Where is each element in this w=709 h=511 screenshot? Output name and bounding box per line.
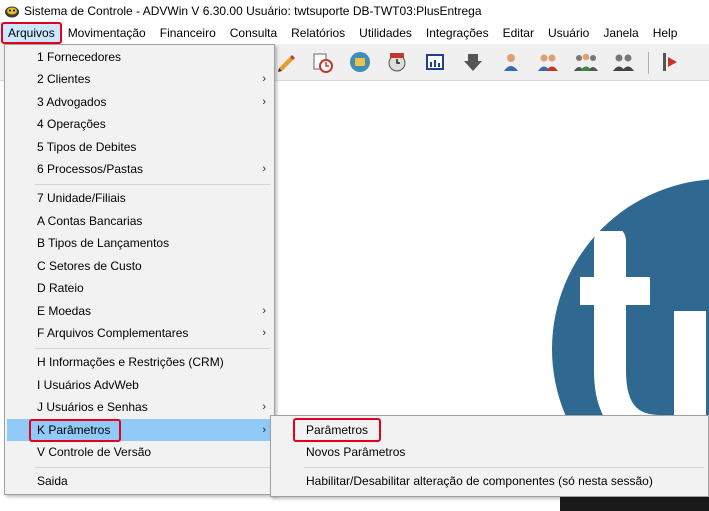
menu-item-tipos-de-debites[interactable]: 5 Tipos de Debites <box>7 136 272 158</box>
menu-item-fornecedores[interactable]: 1 Fornecedores <box>7 46 272 68</box>
menu-item-label: 7 Unidade/Filiais <box>37 191 126 205</box>
menu-financeiro[interactable]: Financeiro <box>153 23 223 43</box>
menu-item-unidade-filiais[interactable]: 7 Unidade/Filiais <box>7 187 272 209</box>
menu-item-label: V Controle de Versão <box>37 445 152 459</box>
menu-item-usuarios-e-senhas[interactable]: J Usuários e Senhas › <box>7 396 272 418</box>
chevron-right-icon: › <box>262 96 266 108</box>
arrow-down-icon[interactable] <box>459 49 487 75</box>
menu-arquivos[interactable]: Arquivos <box>1 22 62 44</box>
people-icon[interactable] <box>610 49 638 75</box>
menu-item-moedas[interactable]: E Moedas › <box>7 300 272 322</box>
parametros-submenu: Parâmetros Novos Parâmetros Habilitar/De… <box>270 415 709 497</box>
menu-item-label: H Informações e Restrições (CRM) <box>37 355 224 369</box>
menu-bar: Arquivos Movimentação Financeiro Consult… <box>0 22 709 44</box>
report-icon[interactable] <box>421 49 449 75</box>
menu-janela[interactable]: Janela <box>596 23 645 43</box>
menu-item-label: D Rateio <box>37 281 84 295</box>
globe-icon[interactable] <box>346 49 374 75</box>
menu-item-operacoes[interactable]: 4 Operações <box>7 113 272 135</box>
submenu-item-habilitar-desabilitar[interactable]: Habilitar/Desabilitar alteração de compo… <box>273 470 706 492</box>
chevron-right-icon: › <box>262 163 266 175</box>
app-icon <box>5 6 19 18</box>
user-icon[interactable] <box>497 49 525 75</box>
menu-editar[interactable]: Editar <box>496 23 541 43</box>
users-icon[interactable] <box>534 49 562 75</box>
chevron-right-icon: › <box>262 401 266 413</box>
menu-item-label: Saida <box>37 474 68 488</box>
arquivos-menu: 1 Fornecedores 2 Clientes › 3 Advogados › … <box>4 44 275 495</box>
pencil-icon[interactable] <box>272 49 300 75</box>
menu-separator <box>35 184 270 185</box>
menu-item-label: A Contas Bancarias <box>37 214 143 228</box>
menu-item-advogados[interactable]: 3 Advogados › <box>7 91 272 113</box>
menu-item-label: Habilitar/Desabilitar alteração de compo… <box>306 474 653 488</box>
menu-item-setores-de-custo[interactable]: C Setores de Custo <box>7 255 272 277</box>
menu-item-label: E Moedas <box>37 304 92 318</box>
chevron-right-icon: › <box>262 73 266 85</box>
menu-movimentacao[interactable]: Movimentação <box>61 23 153 43</box>
title-bar: Sistema de Controle - ADVWin V 6.30.00 U… <box>0 0 709 22</box>
menu-relatorios[interactable]: Relatórios <box>284 23 352 43</box>
menu-item-label: J Usuários e Senhas <box>37 400 148 414</box>
menu-separator <box>35 467 270 468</box>
toolbar-separator <box>648 52 649 74</box>
menu-item-label: 6 Processos/Pastas <box>37 162 144 176</box>
clock-icon[interactable] <box>308 49 336 75</box>
menu-item-label: B Tipos de Lançamentos <box>37 236 170 250</box>
calendar-clock-icon[interactable] <box>383 49 411 75</box>
menu-separator <box>35 348 270 349</box>
menu-item-contas-bancarias[interactable]: A Contas Bancarias <box>7 210 272 232</box>
chevron-right-icon: › <box>262 305 266 317</box>
menu-item-rateio[interactable]: D Rateio <box>7 277 272 299</box>
menu-utilidades[interactable]: Utilidades <box>352 23 419 43</box>
highlight-box <box>29 419 121 442</box>
chevron-right-icon: › <box>262 424 266 436</box>
exit-icon[interactable] <box>656 49 684 75</box>
menu-item-label: 5 Tipos de Debites <box>37 140 137 154</box>
menu-item-controle-de-versao[interactable]: V Controle de Versão <box>7 441 272 463</box>
menu-item-label: 1 Fornecedores <box>37 50 122 64</box>
menu-item-usuarios-advweb[interactable]: I Usuários AdvWeb <box>7 374 272 396</box>
menu-item-processos-pastas[interactable]: 6 Processos/Pastas › <box>7 158 272 180</box>
menu-consulta[interactable]: Consulta <box>223 23 284 43</box>
menu-integracoes[interactable]: Integrações <box>419 23 496 43</box>
menu-item-label: 3 Advogados <box>37 95 107 109</box>
menu-usuario[interactable]: Usuário <box>541 23 596 43</box>
chevron-right-icon: › <box>262 327 266 339</box>
menu-help[interactable]: Help <box>646 23 685 43</box>
menu-item-tipos-de-lancamentos[interactable]: B Tipos de Lançamentos <box>7 232 272 254</box>
submenu-item-novos-parametros[interactable]: Novos Parâmetros <box>273 441 706 463</box>
menu-item-label: C Setores de Custo <box>37 259 142 273</box>
menu-item-label: I Usuários AdvWeb <box>37 378 139 392</box>
menu-item-label: 4 Operações <box>37 117 106 131</box>
menu-item-clientes[interactable]: 2 Clientes › <box>7 68 272 90</box>
menu-item-label: F Arquivos Complementares <box>37 326 189 340</box>
highlight-box <box>293 418 381 442</box>
window-title: Sistema de Controle - ADVWin V 6.30.00 U… <box>24 4 482 18</box>
menu-item-arquivos-complementares[interactable]: F Arquivos Complementares › <box>7 322 272 344</box>
menu-item-label: 2 Clientes <box>37 72 91 86</box>
menu-separator <box>304 467 704 468</box>
menu-item-saida[interactable]: Saida <box>7 470 272 492</box>
menu-item-informacoes-restricoes[interactable]: H Informações e Restrições (CRM) <box>7 351 272 373</box>
user-group-icon[interactable] <box>572 49 600 75</box>
menu-item-label: Novos Parâmetros <box>306 445 406 459</box>
